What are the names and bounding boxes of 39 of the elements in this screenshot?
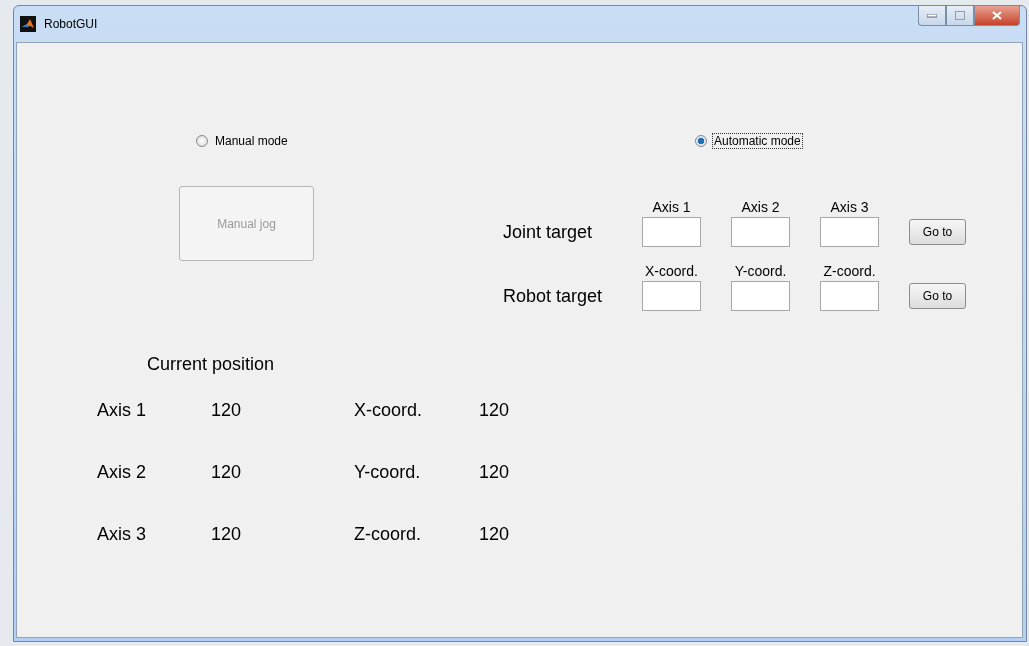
coord-label: Z-coord. (354, 523, 423, 545)
input-field[interactable] (642, 217, 701, 247)
mode-radio[interactable]: Automatic mode (695, 132, 966, 150)
maximize-button[interactable] (946, 6, 974, 26)
coord-value: 120 (479, 399, 511, 421)
coord-value: 120 (479, 523, 511, 545)
axis-value: 120 (211, 399, 243, 421)
window-title: RobotGUI (44, 17, 98, 31)
column-label: Axis 2 (740, 198, 781, 217)
input-field[interactable] (642, 281, 701, 311)
close-icon (992, 11, 1002, 20)
input-field[interactable] (731, 281, 790, 311)
target-label: Robot target (503, 285, 604, 307)
minimize-button[interactable] (918, 6, 946, 26)
column-label: X-coord. (644, 262, 699, 281)
coord-label: X-coord. (354, 399, 424, 421)
input-field[interactable] (820, 217, 879, 247)
app-icon (20, 16, 36, 32)
mode-radio[interactable]: Manual mode (196, 132, 314, 150)
axis-label: Axis 2 (97, 461, 148, 483)
go-to-button[interactable]: Go to (909, 283, 966, 309)
axis-label: Axis 1 (97, 399, 148, 421)
close-button[interactable] (974, 6, 1020, 26)
target-label: Joint target (503, 221, 594, 243)
column-label: Axis 1 (651, 198, 692, 217)
column-label: Y-coord. (733, 262, 788, 281)
column-label: Axis 3 (829, 198, 870, 217)
maximize-icon (955, 11, 965, 20)
coord-label: Y-coord. (354, 461, 422, 483)
input-field[interactable] (820, 281, 879, 311)
coord-value: 120 (479, 461, 511, 483)
axis-value: 120 (211, 523, 243, 545)
axis-label: Axis 3 (97, 523, 148, 545)
axis-value: 120 (211, 461, 243, 483)
column-label: Z-coord. (822, 262, 877, 281)
section-title: Current position (147, 354, 276, 375)
go-to-button[interactable]: Go to (909, 219, 966, 245)
minimize-icon (927, 13, 937, 18)
input-field[interactable] (731, 217, 790, 247)
